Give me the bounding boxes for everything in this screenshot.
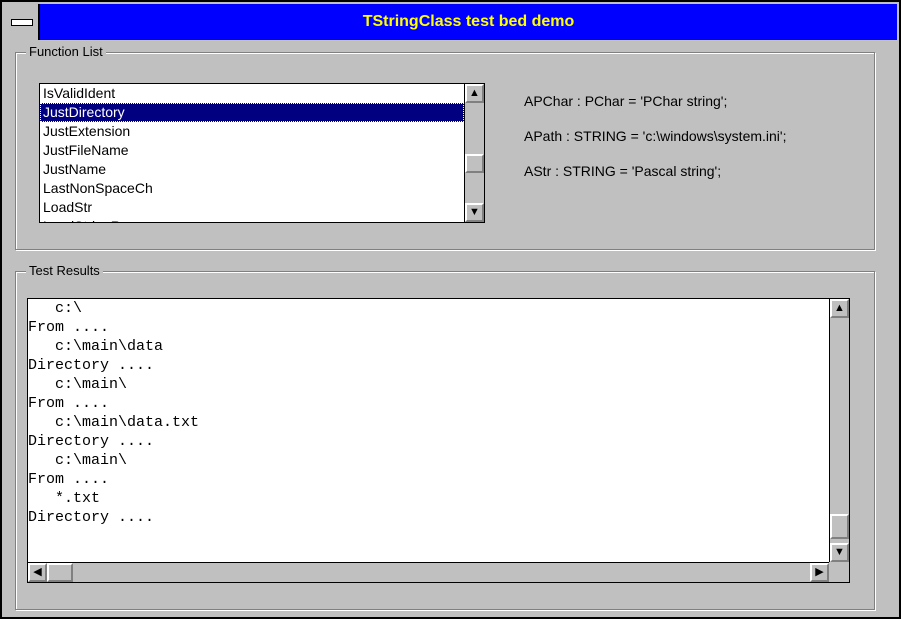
test-results-memo[interactable]: c:\ From .... c:\main\data Directory .... … [27, 298, 850, 583]
arrow-up-icon: ▲ [834, 302, 845, 314]
result-line: From .... [28, 471, 110, 488]
results-hscrollbar[interactable]: ◀ ▶ [28, 562, 829, 582]
result-line: Directory .... [28, 433, 155, 450]
results-hscroll-thumb[interactable] [47, 563, 73, 582]
main-window: TStringClass test bed demo Function List… [0, 0, 901, 619]
scroll-down-button[interactable]: ▼ [465, 203, 484, 222]
result-line: c:\main\data [28, 338, 164, 355]
list-item[interactable]: JustDirectory [40, 103, 464, 122]
result-line: c:\ [28, 300, 83, 317]
result-line: From .... [28, 319, 110, 336]
astr-declaration: AStr : STRING = 'Pascal string'; [524, 163, 722, 179]
list-item[interactable]: LoadStr [40, 198, 464, 217]
arrow-down-icon: ▼ [469, 206, 480, 218]
arrow-left-icon: ◀ [33, 566, 42, 578]
arrow-up-icon: ▲ [469, 87, 480, 99]
function-listbox[interactable]: IsValidIdent JustDirectory JustExtension Ju… [39, 83, 485, 223]
scroll-right-button[interactable]: ▶ [810, 563, 829, 582]
results-scroll-down-button[interactable]: ▼ [830, 543, 849, 562]
scrollbar-corner [829, 562, 849, 582]
function-list-vscrollbar[interactable]: ▲ ▼ [464, 84, 484, 222]
function-list-group: Function List IsValidIdent JustDirectory J… [15, 44, 875, 250]
list-item[interactable]: IsValidIdent [40, 84, 464, 103]
test-results-label: Test Results [26, 263, 103, 279]
result-line: c:\main\ [28, 376, 128, 393]
results-scroll-up-button[interactable]: ▲ [830, 299, 849, 318]
results-vscrollbar[interactable]: ▲ ▼ [829, 299, 849, 562]
apchar-declaration: APChar : PChar = 'PChar string'; [524, 93, 728, 109]
result-line: *.txt [28, 490, 101, 507]
function-list-label: Function List [26, 44, 106, 60]
results-text[interactable]: c:\ From .... c:\main\data Directory .... … [28, 299, 829, 562]
result-line: c:\main\ [28, 452, 128, 469]
list-item[interactable]: JustName [40, 160, 464, 179]
results-vscroll-thumb[interactable] [830, 514, 849, 539]
result-line: From .... [28, 395, 110, 412]
arrow-down-icon: ▼ [834, 546, 845, 558]
system-menu-icon [11, 19, 33, 26]
result-line: Directory .... [28, 509, 155, 526]
result-line: c:\main\data.txt [28, 414, 200, 431]
arrow-right-icon: ▶ [815, 566, 824, 578]
scroll-left-button[interactable]: ◀ [28, 563, 47, 582]
apath-declaration: APath : STRING = 'c:\windows\system.ini'… [524, 128, 787, 144]
function-list-items: IsValidIdent JustDirectory JustExtension Ju… [40, 84, 464, 222]
window-title: TStringClass test bed demo [362, 13, 575, 30]
system-menu-button[interactable] [4, 4, 40, 40]
title-bar[interactable]: TStringClass test bed demo [4, 4, 897, 40]
scroll-thumb[interactable] [465, 154, 484, 173]
test-results-group: Test Results c:\ From .... c:\main\data Di… [15, 263, 875, 610]
list-item[interactable]: JustFileName [40, 141, 464, 160]
list-item[interactable]: LastNonSpaceCh [40, 179, 464, 198]
list-item[interactable]: JustExtension [40, 122, 464, 141]
result-line: Directory .... [28, 357, 155, 374]
list-item[interactable]: LoadStringRes [40, 217, 464, 222]
scroll-up-button[interactable]: ▲ [465, 84, 484, 103]
